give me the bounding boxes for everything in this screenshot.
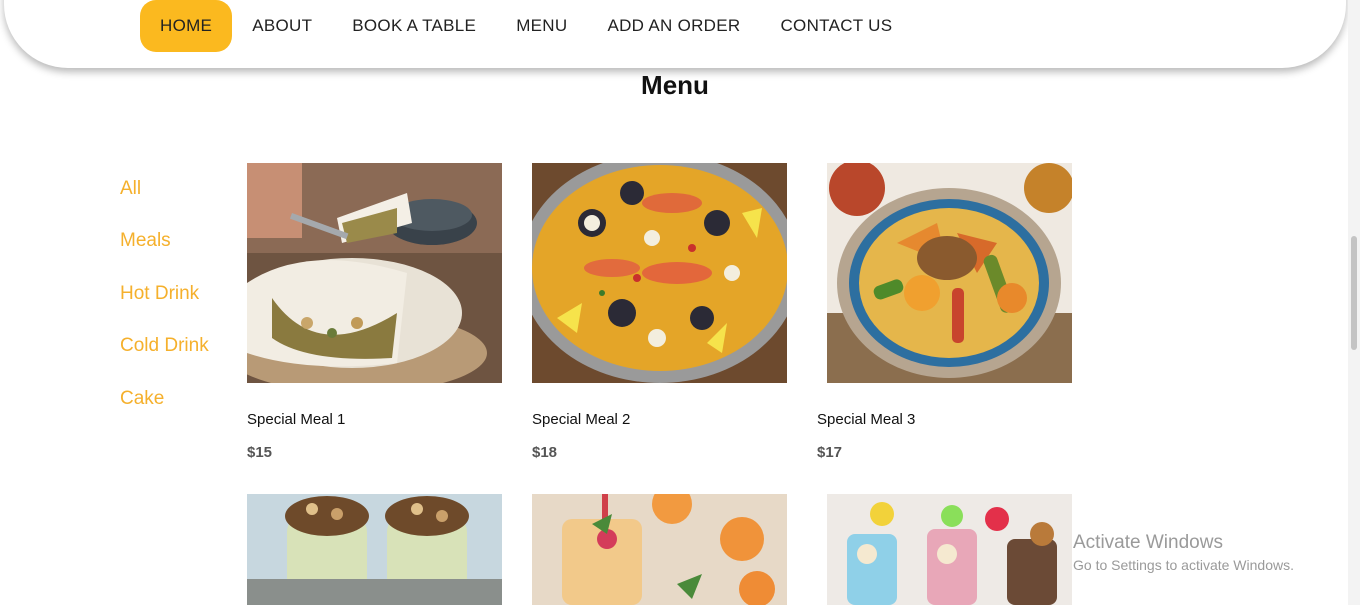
menu-item-card[interactable] [827,494,1072,605]
watermark-subtitle: Go to Settings to activate Windows. [1073,557,1294,573]
category-all[interactable]: All [120,176,209,228]
category-meals[interactable]: Meals [120,228,209,280]
scrollbar-thumb[interactable] [1351,236,1357,350]
nav-home[interactable]: HOME [140,0,233,52]
nav-menu[interactable]: MENU [496,0,587,52]
page-title: Menu [641,70,709,100]
milkshakes-photo [827,494,1072,605]
menu-item-card[interactable] [532,494,787,605]
navbar: HOME ABOUT BOOK A TABLE MENU ADD AN ORDE… [4,0,1346,68]
nav-book-a-table[interactable]: BOOK A TABLE [332,0,496,52]
category-cake[interactable]: Cake [120,386,209,438]
pastilla-pie-photo [247,163,502,383]
category-hot-drink[interactable]: Hot Drink [120,281,209,333]
smoothie-drink-photo [532,494,787,605]
menu-item-price: $15 [247,444,273,461]
menu-item-name: Special Meal 1 [247,411,346,428]
menu-item-card[interactable] [247,494,502,605]
nut-dessert-cups-photo [247,494,502,605]
menu-item-price: $18 [532,444,558,461]
menu-item-name: Special Meal 3 [817,411,916,428]
category-filter-list: All Meals Hot Drink Cold Drink Cake [120,176,209,438]
windows-activation-watermark: Activate Windows Go to Settings to activ… [1073,532,1294,573]
nav-about[interactable]: ABOUT [232,0,332,52]
menu-item-name: Special Meal 2 [532,411,631,428]
nav-add-an-order[interactable]: ADD AN ORDER [587,0,760,52]
category-cold-drink[interactable]: Cold Drink [120,333,209,385]
nav-contact-us[interactable]: CONTACT US [760,0,912,52]
nav-links: HOME ABOUT BOOK A TABLE MENU ADD AN ORDE… [140,0,912,52]
page-scrollbar[interactable] [1348,0,1360,605]
paella-photo [532,163,787,383]
menu-item-card[interactable]: Special Meal 3 $17 [817,163,1072,461]
watermark-title: Activate Windows [1073,532,1223,553]
menu-item-price: $17 [817,444,843,461]
menu-item-card[interactable]: Special Meal 1 $15 [247,163,502,461]
couscous-photo [817,163,1072,383]
menu-item-card[interactable]: Special Meal 2 $18 [532,163,787,461]
